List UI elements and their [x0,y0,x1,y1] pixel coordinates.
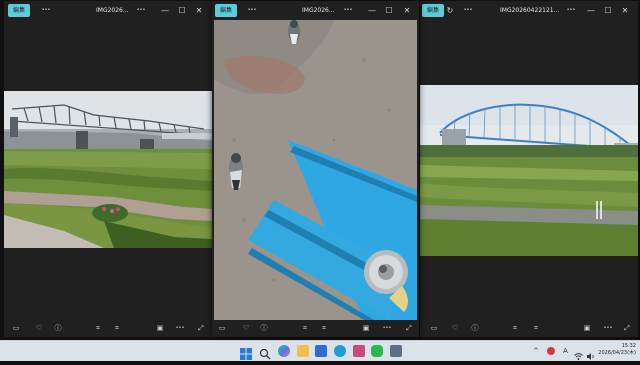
maximize-icon[interactable]: ☐ [176,4,188,17]
window-3-toolbar: ▭ ♡ ⓘ ⌗ ⌗ ▣ ••• ⤢ [420,319,638,337]
window-2-toolbar: ▭ ♡ ⓘ ⌗ ⌗ ▣ ••• ⤢ [212,319,419,337]
close-icon[interactable]: ✕ [193,4,205,17]
window-2-titlebar[interactable]: 編集 ••• IMG2026... ••• — ☐ ✕ [212,1,419,20]
maximize-icon[interactable]: ☐ [383,4,395,17]
window-3-titlebar[interactable]: 編集 ↻ ••• IMG20260422121... ••• — ☐ ✕ [420,1,638,20]
rotate-icon[interactable]: ↻ [444,4,456,17]
more-icon[interactable]: ••• [135,4,147,17]
select-icon[interactable]: ⌗ [530,322,542,334]
slideshow-icon[interactable]: ▣ [581,322,593,334]
screen-icon[interactable]: ▭ [10,322,22,334]
photo-pigeons-bench [214,20,417,320]
antivirus-tray-icon[interactable] [547,347,555,355]
search-icon[interactable] [259,345,271,360]
wifi-icon[interactable] [574,346,583,360]
favorite-heart-icon[interactable]: ♡ [33,322,45,334]
window-1-titlebar[interactable]: 編集 ••• IMG2026... ••• — ☐ ✕ [4,1,212,20]
ime-indicator[interactable]: A [563,341,568,361]
maximize-icon[interactable]: ☐ [602,4,614,17]
arch-bridge-image [420,85,638,256]
favorite-heart-icon[interactable]: ♡ [240,322,252,334]
window-filename: IMG2026... [302,7,335,14]
select-icon[interactable]: ⌗ [111,322,123,334]
minimize-icon[interactable]: — [585,4,597,17]
more-icon[interactable]: ••• [246,4,258,17]
crop-icon[interactable]: ⌗ [299,322,311,334]
app-icon[interactable] [390,345,402,357]
select-icon[interactable]: ⌗ [318,322,330,334]
more-icon[interactable]: ••• [40,4,52,17]
pigeons-bench-image [214,20,417,320]
photo-bridge-park [4,91,212,248]
window-filename: IMG20260422121... [500,7,560,14]
start-windows-icon[interactable] [240,345,252,360]
favorite-heart-icon[interactable]: ♡ [449,322,461,334]
crop-icon[interactable]: ⌗ [509,322,521,334]
more-icon[interactable]: ••• [565,4,577,17]
slideshow-icon[interactable]: ▣ [154,322,166,334]
info-icon[interactable]: ⓘ [258,322,270,334]
info-icon[interactable]: ⓘ [469,322,481,334]
crop-icon[interactable]: ⌗ [92,322,104,334]
edit-button[interactable]: 編集 [422,4,445,17]
fullscreen-icon[interactable]: ⤢ [621,322,633,334]
more-icon[interactable]: ••• [174,322,186,334]
window-1-toolbar: ▭ ♡ ⓘ ⌗ ⌗ ▣ ••• ⤢ [4,319,212,337]
slideshow-icon[interactable]: ▣ [360,322,372,334]
photo-window-1: 編集 ••• IMG2026... ••• — ☐ ✕ ▭ ♡ ⓘ ⌗ ⌗ ▣ … [4,1,212,337]
tray-overflow-chevron[interactable]: ^ [533,341,539,361]
screen-icon[interactable]: ▭ [216,322,228,334]
clock[interactable]: 15:32 2026/04/23(木) [598,343,636,357]
minimize-icon[interactable]: — [159,4,171,17]
clock-time: 15:32 [621,343,636,349]
info-icon[interactable]: ⓘ [52,322,64,334]
edit-button[interactable]: 編集 [8,4,31,17]
photos-app-icon[interactable] [353,345,365,357]
screen-icon[interactable]: ▭ [428,322,440,334]
close-icon[interactable]: ✕ [619,4,631,17]
fullscreen-icon[interactable]: ⤢ [195,322,207,334]
more-icon[interactable]: ••• [602,322,614,334]
edge-icon[interactable] [334,345,346,357]
store-icon[interactable] [315,345,327,357]
more-icon[interactable]: ••• [381,322,393,334]
more-icon[interactable]: ••• [462,4,474,17]
minimize-icon[interactable]: — [366,4,378,17]
photo-arch-bridge [420,85,638,256]
copilot-icon[interactable] [278,345,290,357]
close-icon[interactable]: ✕ [401,4,413,17]
volume-icon[interactable] [586,346,595,360]
photo-window-3: 編集 ↻ ••• IMG20260422121... ••• — ☐ ✕ ▭ ♡… [420,1,638,337]
line-app-icon[interactable] [371,345,383,357]
taskbar: ^ A 15:32 2026/04/23(木) [0,340,640,361]
more-icon[interactable]: ••• [342,4,354,17]
edit-button[interactable]: 編集 [215,4,238,17]
window-filename: IMG2026... [96,7,129,14]
file-explorer-icon[interactable] [297,345,309,357]
fullscreen-icon[interactable]: ⤢ [403,322,415,334]
bridge-park-image [4,91,212,248]
photo-window-2: 編集 ••• IMG2026... ••• — ☐ ✕ ▭ ♡ ⓘ ⌗ ⌗ ▣ … [212,1,419,337]
clock-date: 2026/04/23(木) [598,350,636,356]
